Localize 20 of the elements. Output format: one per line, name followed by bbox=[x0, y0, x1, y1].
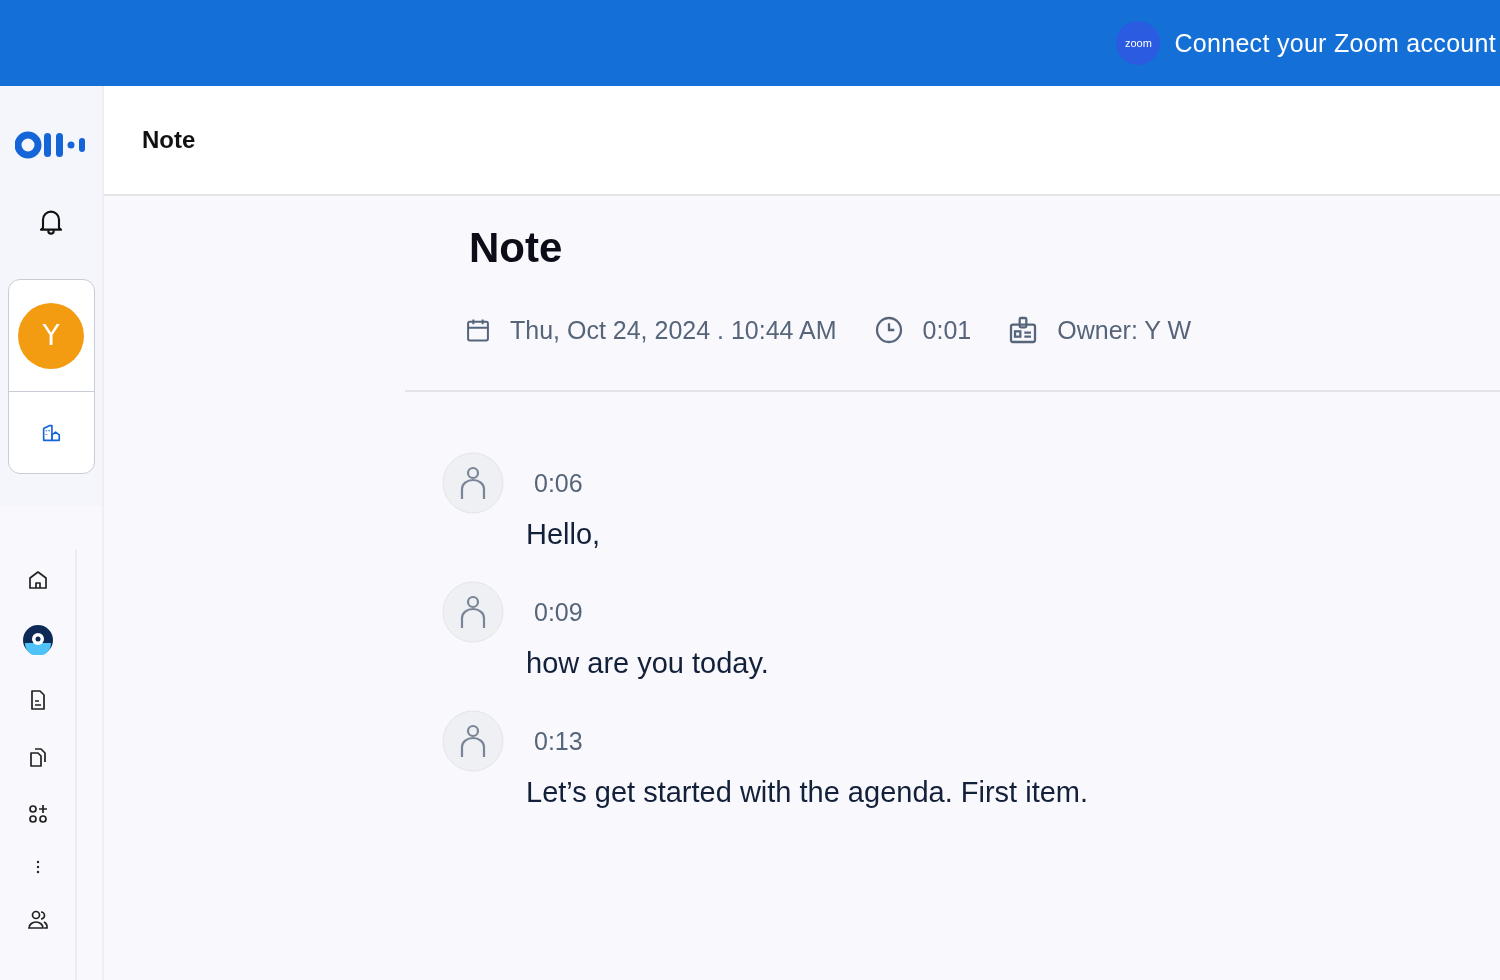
transcript-text: how are you today. bbox=[526, 647, 770, 680]
connect-zoom-link[interactable]: Connect your Zoom account bbox=[1174, 28, 1496, 58]
page-title: Note bbox=[142, 126, 196, 154]
note-duration: 0:01 bbox=[922, 315, 972, 345]
note-title: Note bbox=[469, 224, 564, 272]
note-date: Thu, Oct 24, 2024 . 10:44 AM bbox=[510, 315, 837, 345]
otter-logo-icon[interactable] bbox=[15, 130, 87, 160]
note-owner: Owner: Y W bbox=[1057, 315, 1192, 345]
more-icon[interactable] bbox=[34, 859, 41, 875]
timestamp[interactable]: 0:06 bbox=[534, 468, 583, 498]
speaker-avatar-icon bbox=[442, 581, 504, 643]
speaker-avatar-icon bbox=[442, 452, 504, 514]
timestamp[interactable]: 0:13 bbox=[534, 726, 583, 756]
timestamp[interactable]: 0:09 bbox=[534, 597, 583, 627]
speaker-avatar-icon bbox=[442, 710, 504, 772]
transcript-text: Let’s get started with the agenda. First item. bbox=[526, 776, 1090, 809]
otter-avatar-icon[interactable] bbox=[22, 625, 53, 655]
transcript-text: Hello, bbox=[526, 518, 602, 551]
people-icon[interactable] bbox=[25, 908, 50, 932]
zoom-logo: zoom bbox=[1116, 21, 1161, 65]
